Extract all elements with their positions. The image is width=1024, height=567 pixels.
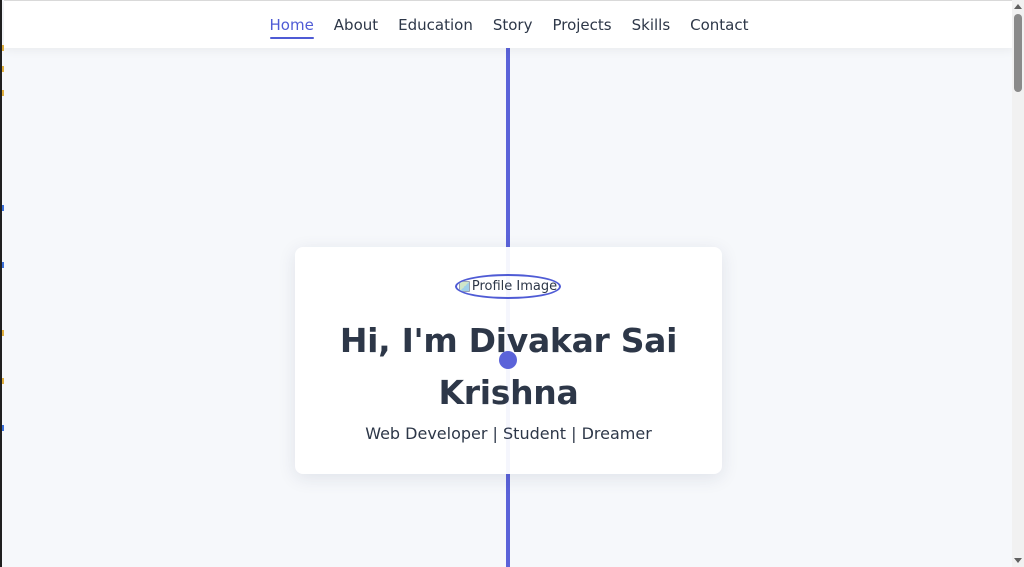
timeline-dot [499,351,517,369]
nav-link-education[interactable]: Education [398,12,473,38]
nav-link-contact[interactable]: Contact [690,12,748,38]
left-edge-marks [2,0,4,567]
scrollbar-thumb[interactable] [1014,14,1022,92]
page-viewport: Home About Education Story Projects Skil… [0,0,1024,567]
scroll-down-arrow-icon[interactable] [1014,558,1022,563]
nav-link-skills[interactable]: Skills [632,12,671,38]
scroll-up-arrow-icon[interactable] [1014,4,1022,9]
vertical-scrollbar[interactable] [1012,0,1024,567]
top-navbar: Home About Education Story Projects Skil… [4,0,1014,48]
nav-link-projects[interactable]: Projects [552,12,611,38]
nav-link-home[interactable]: Home [269,12,315,39]
nav-link-about[interactable]: About [334,12,378,38]
broken-image-icon [458,281,470,292]
nav-link-story[interactable]: Story [493,12,533,38]
profile-image-alt: Profile Image [471,279,558,294]
